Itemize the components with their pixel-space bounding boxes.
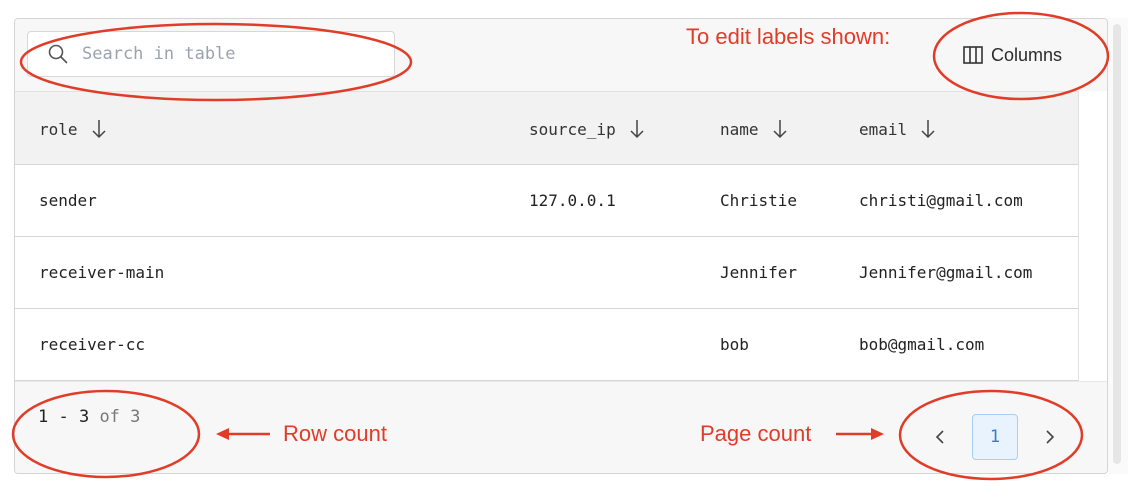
cell-email: christi@gmail.com: [859, 191, 1023, 210]
cell-name: bob: [720, 335, 749, 354]
search-icon: [48, 44, 68, 64]
row-total: of 3: [99, 407, 141, 427]
page-count-annotation: Page count: [700, 421, 812, 446]
columns-button-label: Columns: [991, 44, 1063, 65]
columns-icon: [963, 46, 983, 64]
page-button-current[interactable]: 1: [972, 414, 1018, 460]
arrow-down-icon: [92, 120, 106, 139]
table-row[interactable]: receiver-cc bob bob@gmail.com: [15, 308, 1078, 380]
row-count-annotation: Row count: [283, 421, 387, 446]
column-header-label: name: [720, 119, 759, 139]
cell-email: bob@gmail.com: [859, 335, 985, 354]
column-header-source-ip[interactable]: source_ip: [529, 92, 644, 166]
cell-role: sender: [39, 191, 97, 210]
edit-labels-annotation: To edit labels shown:: [686, 24, 891, 49]
cell-name: Jennifer: [720, 263, 798, 282]
arrow-down-icon: [921, 120, 935, 139]
cell-role: receiver-main: [39, 263, 165, 282]
cell-role: receiver-cc: [39, 335, 145, 354]
prev-page-button[interactable]: [917, 414, 963, 460]
search-field[interactable]: [27, 31, 395, 77]
cell-email: Jennifer@gmail.com: [859, 263, 1033, 282]
column-header-email[interactable]: email: [859, 92, 935, 166]
row-count: 1 - 3 of 3: [38, 407, 140, 427]
row-range: 1 - 3: [38, 407, 90, 427]
arrow-down-icon: [773, 120, 787, 139]
scrollbar-thumb[interactable]: [1113, 24, 1121, 464]
cell-name: Christie: [720, 191, 798, 210]
search-input[interactable]: [80, 43, 364, 65]
column-header-label: role: [39, 119, 78, 139]
arrow-down-icon: [630, 120, 644, 139]
chevron-right-icon: [1046, 430, 1055, 444]
table-row[interactable]: sender 127.0.0.1 Christie christi@gmail.…: [15, 164, 1078, 236]
table-right-border: [1078, 91, 1079, 381]
column-header-label: email: [859, 119, 908, 139]
next-page-button[interactable]: [1027, 414, 1073, 460]
column-header-label: source_ip: [529, 119, 616, 139]
cell-source-ip: 127.0.0.1: [529, 191, 616, 210]
chevron-left-icon: [935, 430, 944, 444]
column-header-name[interactable]: name: [720, 92, 787, 166]
table-toolbar: Columns: [15, 19, 1107, 91]
table-header-row: role source_ip name email: [15, 91, 1078, 165]
table-panel: Columns role source_ip name email sender…: [14, 18, 1108, 474]
table-row[interactable]: receiver-main Jennifer Jennifer@gmail.co…: [15, 236, 1078, 308]
column-header-role[interactable]: role: [39, 92, 106, 166]
columns-button[interactable]: Columns: [963, 39, 1062, 71]
